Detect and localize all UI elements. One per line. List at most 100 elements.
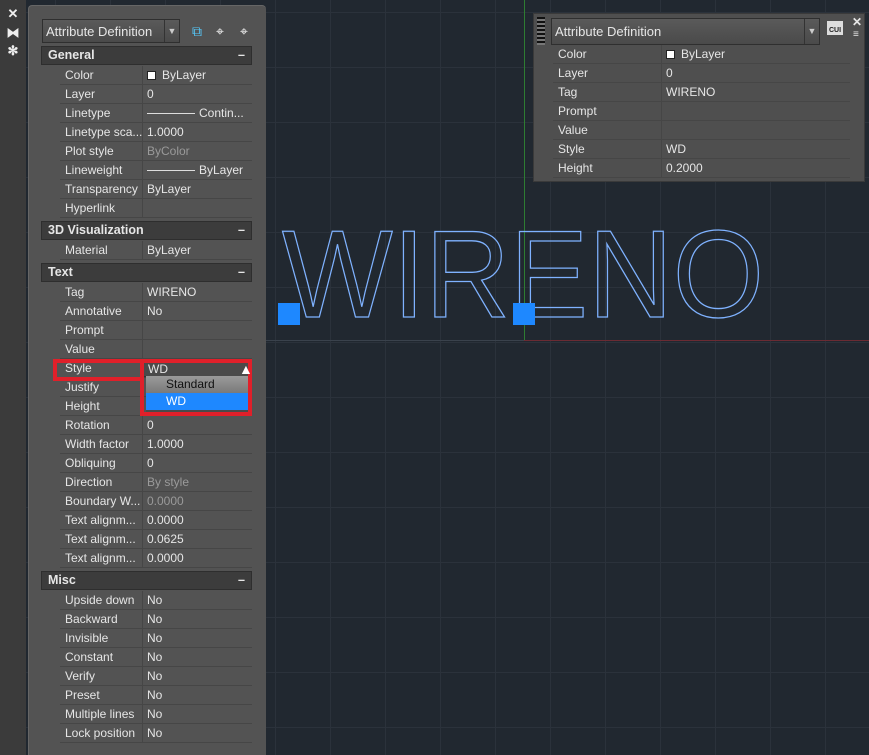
property-row[interactable]: Invisible No	[60, 629, 252, 648]
property-row[interactable]: Prompt	[60, 321, 252, 340]
property-row[interactable]: Lineweight ByLayer	[60, 161, 252, 180]
property-row[interactable]: Layer 0	[553, 64, 850, 83]
property-value[interactable]: No	[143, 724, 252, 742]
property-row[interactable]: Obliquing 0	[60, 454, 252, 473]
property-value[interactable]: 1.0000	[143, 123, 252, 141]
close-icon[interactable]: ✕	[5, 6, 21, 22]
property-row[interactable]: Style WD	[553, 140, 850, 159]
property-row[interactable]: Linetype sca... 1.0000	[60, 123, 252, 142]
insertion-grip[interactable]	[278, 303, 300, 325]
property-value[interactable]: ByLayer	[143, 241, 252, 259]
property-row[interactable]: Multiple lines No	[60, 705, 252, 724]
property-row[interactable]: Rotation 0	[60, 416, 252, 435]
qp-object-type-dropdown[interactable]: Attribute Definition ▼	[551, 18, 820, 45]
property-value[interactable]: WIRENO	[662, 83, 850, 101]
property-row[interactable]: Lock position No	[60, 724, 252, 743]
property-value[interactable]	[143, 321, 252, 339]
select-objects-icon[interactable]: ⌖	[210, 21, 230, 41]
property-row[interactable]: Preset No	[60, 686, 252, 705]
property-value[interactable]: WD	[662, 140, 850, 158]
property-row[interactable]: Linetype Contin...	[60, 104, 252, 123]
property-row[interactable]: Prompt	[553, 102, 850, 121]
property-row[interactable]: Value	[60, 340, 252, 359]
chevron-down-icon[interactable]: ▼	[804, 19, 819, 44]
property-value[interactable]: No	[143, 302, 252, 320]
property-value[interactable]: 0	[143, 85, 252, 103]
property-value[interactable]: 0.0625	[143, 530, 252, 548]
property-value[interactable]: No	[143, 667, 252, 685]
quick-select-icon[interactable]: ⌖	[234, 21, 254, 41]
property-row[interactable]: Verify No	[60, 667, 252, 686]
property-value[interactable]: 0	[143, 454, 252, 472]
property-value[interactable]: 0.0000	[143, 549, 252, 567]
collapse-icon[interactable]: –	[238, 222, 245, 239]
section-header-text[interactable]: Text –	[41, 263, 252, 282]
property-value[interactable]: No	[143, 686, 252, 704]
property-value[interactable]: ByLayer	[143, 66, 252, 84]
options-menu-icon[interactable]: ≡	[853, 29, 859, 40]
close-icon[interactable]: ✕	[852, 15, 862, 29]
property-value-text: No	[147, 707, 163, 721]
property-value[interactable]: No	[143, 629, 252, 647]
property-value[interactable]: No	[143, 610, 252, 628]
collapse-icon[interactable]: –	[238, 264, 245, 281]
property-value[interactable]: ByLayer	[143, 180, 252, 198]
property-value[interactable]	[143, 199, 252, 217]
property-row[interactable]: Text alignm... 0.0000	[60, 549, 252, 568]
property-row[interactable]: Boundary W... 0.0000	[60, 492, 252, 511]
property-value[interactable]	[143, 340, 252, 358]
property-value[interactable]	[662, 121, 850, 139]
property-row[interactable]: Upside down No	[60, 591, 252, 610]
property-value[interactable]: ByColor	[143, 142, 252, 160]
property-row[interactable]: Backward No	[60, 610, 252, 629]
property-value[interactable]: 1.0000	[143, 435, 252, 453]
property-row[interactable]: Transparency ByLayer	[60, 180, 252, 199]
property-row[interactable]: Text alignm... 0.0625	[60, 530, 252, 549]
collapse-icon[interactable]: –	[238, 47, 245, 64]
color-swatch	[147, 71, 156, 80]
property-value[interactable]: ByLayer	[143, 161, 252, 179]
section-header-3d-visualization[interactable]: 3D Visualization –	[41, 221, 252, 240]
property-row[interactable]: Height 0.2000	[553, 159, 850, 178]
property-row[interactable]: Plot style ByColor	[60, 142, 252, 161]
property-row[interactable]: Hyperlink	[60, 199, 252, 218]
property-row[interactable]: Text alignm... 0.0000	[60, 511, 252, 530]
property-value[interactable]: WIRENO	[143, 283, 252, 301]
property-row[interactable]: Tag WIRENO	[553, 83, 850, 102]
property-row[interactable]: Color ByLayer	[60, 66, 252, 85]
property-label: Color	[60, 66, 143, 84]
object-type-dropdown[interactable]: Attribute Definition ▼	[42, 19, 180, 43]
property-row[interactable]: Direction By style	[60, 473, 252, 492]
property-value[interactable]: No	[143, 648, 252, 666]
section-header-misc[interactable]: Misc –	[41, 571, 252, 590]
property-value[interactable]: By style	[143, 473, 252, 491]
chevron-down-icon[interactable]: ▼	[164, 20, 179, 42]
property-row[interactable]: Material ByLayer	[60, 241, 252, 260]
section-header-general[interactable]: General –	[41, 46, 252, 65]
property-value[interactable]: No	[143, 591, 252, 609]
property-row[interactable]: Annotative No	[60, 302, 252, 321]
property-value[interactable]: 0.0000	[143, 511, 252, 529]
properties-settings-icon[interactable]: ✻	[5, 43, 21, 59]
property-row[interactable]: Width factor 1.0000	[60, 435, 252, 454]
property-row[interactable]: Value	[553, 121, 850, 140]
property-row[interactable]: Constant No	[60, 648, 252, 667]
property-value[interactable]: ByLayer	[662, 45, 850, 63]
property-value[interactable]: 0	[143, 416, 252, 434]
property-value[interactable]: 0	[662, 64, 850, 82]
property-value[interactable]: 0.0000	[143, 492, 252, 510]
property-value[interactable]: 0.2000	[662, 159, 850, 177]
property-row[interactable]: Color ByLayer	[553, 45, 850, 64]
collapse-icon[interactable]: –	[238, 572, 245, 589]
drag-handle[interactable]	[537, 17, 545, 45]
palette-title-strip[interactable]: ✕ ⧓ ✻	[0, 0, 26, 755]
property-value[interactable]	[662, 102, 850, 120]
property-value[interactable]: No	[143, 705, 252, 723]
toggle-pickadd-icon[interactable]: ⧉	[187, 21, 207, 41]
property-row[interactable]: Tag WIRENO	[60, 283, 252, 302]
auto-hide-icon[interactable]: ⧓	[5, 25, 21, 41]
alignment-grip[interactable]	[513, 303, 535, 325]
property-row[interactable]: Layer 0	[60, 85, 252, 104]
property-value[interactable]: Contin...	[143, 104, 252, 122]
customize-cui-icon[interactable]: CUI	[827, 21, 843, 35]
